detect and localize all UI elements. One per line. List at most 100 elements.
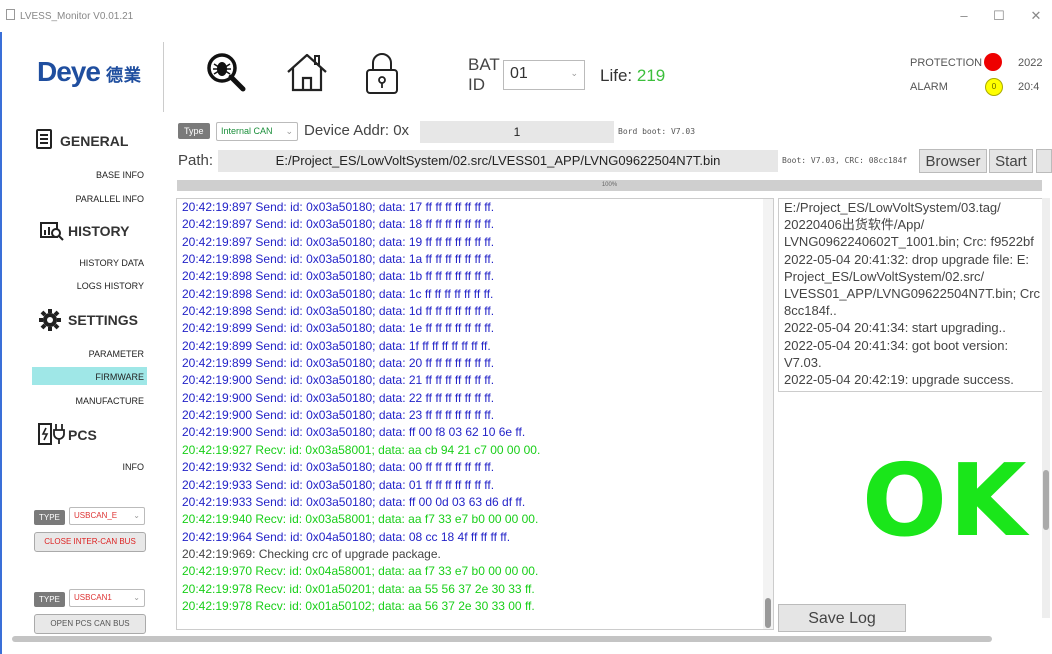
life-readout: Life: 219	[600, 66, 666, 85]
browser-button[interactable]: Browser	[919, 149, 987, 173]
info-line: 20220406出货软件/App/	[784, 217, 925, 233]
bus2-type-label: TYPE	[34, 592, 65, 607]
maximize-button[interactable]: ☐	[983, 6, 1015, 26]
sidebar-section-pcs[interactable]: PCS	[68, 427, 97, 443]
sidebar-item-base-info[interactable]: BASE INFO	[6, 170, 144, 180]
boot-crc-info: Boot: V7.03, CRC: 08cc184f	[782, 156, 908, 165]
log-line: 20:42:19:970 Recv: id: 0x04a58001; data:…	[182, 564, 539, 579]
header-date: 2022	[1018, 57, 1043, 69]
log-scrollbar[interactable]	[763, 199, 773, 629]
minimize-button[interactable]: –	[948, 6, 980, 26]
bat-id-label: BAT ID	[468, 55, 500, 94]
info-line: LVNG0962240602T_1001.bin; Crc: f9522bf	[784, 234, 1034, 250]
info-line: 8cc184f..	[784, 303, 837, 319]
bus2-type-select[interactable]: USBCAN1 ⌄	[69, 589, 145, 607]
gear-icon	[38, 308, 62, 337]
log-scrollbar-thumb[interactable]	[765, 598, 771, 628]
window-title: LVESS_Monitor V0.01.21	[20, 11, 134, 22]
path-label: Path:	[178, 152, 214, 169]
alarm-indicator: 0	[985, 78, 1003, 96]
sidebar-section-general[interactable]: GENERAL	[60, 133, 128, 149]
sidebar-item-manufacture[interactable]: MANUFACTURE	[6, 396, 144, 406]
upgrade-progress-bar: 100%	[177, 180, 1042, 191]
path-input[interactable]: E:/Project_ES/LowVoltSystem/02.src/LVESS…	[218, 150, 778, 172]
communication-log[interactable]: 20:42:19:897 Send: id: 0x03a50180; data:…	[176, 198, 774, 630]
sidebar-item-firmware[interactable]: FIRMWARE	[6, 372, 144, 382]
log-line: 20:42:19:933 Send: id: 0x03a50180; data:…	[182, 477, 495, 492]
log-line: 20:42:19:978 Recv: id: 0x01a50201; data:…	[182, 581, 535, 596]
log-line: 20:42:19:933 Send: id: 0x03a50180; data:…	[182, 494, 526, 509]
log-line: 20:42:19:927 Recv: id: 0x03a58001; data:…	[182, 442, 541, 457]
bord-boot-version: Bord boot: V7.03	[618, 127, 696, 136]
bus1-type-select[interactable]: USBCAN_E ⌄	[69, 507, 145, 525]
can-type-label: Type	[178, 123, 210, 139]
sidebar-item-parallel-info[interactable]: PARALLEL INFO	[6, 194, 144, 204]
log-line: 20:42:19:898 Send: id: 0x03a50180; data:…	[182, 286, 494, 301]
start-button[interactable]: Start	[989, 149, 1033, 173]
sidebar-section-settings[interactable]: SETTINGS	[68, 312, 138, 328]
log-line: 20:42:19:978 Recv: id: 0x01a50102; data:…	[182, 598, 535, 613]
log-line: 20:42:19:897 Send: id: 0x03a50180; data:…	[182, 234, 495, 249]
log-line: 20:42:19:969: Checking crc of upgrade pa…	[182, 546, 441, 561]
header-divider	[163, 42, 164, 112]
log-line: 20:42:19:900 Send: id: 0x03a50180; data:…	[182, 425, 526, 440]
window-edge	[0, 0, 2, 654]
chevron-down-icon: ⌄	[285, 126, 293, 136]
pcs-icon	[38, 421, 66, 452]
info-line: 2022-05-04 20:41:34: start upgrading..	[784, 320, 1006, 336]
open-pcs-can-bus-button[interactable]: OPEN PCS CAN BUS	[34, 614, 146, 634]
protection-indicator	[984, 53, 1002, 71]
sidebar-item-logs-history[interactable]: LOGS HISTORY	[6, 281, 144, 291]
sidebar-item-parameter[interactable]: PARAMETER	[6, 349, 144, 359]
protection-label: PROTECTION	[910, 57, 983, 69]
title-bar: LVESS_Monitor V0.01.21 – ☐ ✕	[0, 0, 1052, 32]
chevron-down-icon: ⌄	[133, 593, 140, 602]
sidebar-item-info[interactable]: INFO	[6, 462, 145, 472]
log-line: 20:42:19:897 Send: id: 0x03a50180; data:…	[182, 200, 495, 214]
log-line: 20:42:19:900 Send: id: 0x03a50180; data:…	[182, 373, 495, 388]
ok-status: OK	[862, 442, 1029, 559]
extra-button[interactable]	[1036, 149, 1052, 173]
log-line: 20:42:19:897 Send: id: 0x03a50180; data:…	[182, 217, 495, 232]
log-line: 20:42:19:900 Send: id: 0x03a50180; data:…	[182, 390, 495, 405]
app-icon	[6, 9, 15, 20]
info-line: LVESS01_APP/LVNG09622504N7T.bin; Crc	[784, 286, 1041, 302]
log-line: 20:42:19:932 Send: id: 0x03a50180; data:…	[182, 460, 495, 475]
search-bug-icon[interactable]	[204, 50, 248, 94]
log-line: 20:42:19:899 Send: id: 0x03a50180; data:…	[182, 356, 495, 371]
save-log-button[interactable]: Save Log	[778, 604, 906, 632]
log-lines: 20:42:19:897 Send: id: 0x03a50180; data:…	[177, 199, 773, 615]
alarm-label: ALARM	[910, 81, 948, 93]
can-type-select[interactable]: Internal CAN ⌄	[216, 122, 298, 141]
close-button[interactable]: ✕	[1020, 6, 1052, 26]
info-line: 2022-05-04 20:41:34: got boot version:	[784, 337, 1009, 353]
log-line: 20:42:19:898 Send: id: 0x03a50180; data:…	[182, 269, 495, 284]
device-addr-label: Device Addr: 0x	[304, 122, 410, 139]
sidebar-section-history[interactable]: HISTORY	[68, 223, 129, 239]
log-line: 20:42:19:900 Send: id: 0x03a50180; data:…	[182, 408, 495, 423]
lock-icon[interactable]	[362, 50, 406, 94]
right-scrollbar-thumb[interactable]	[1043, 470, 1049, 530]
home-icon[interactable]	[284, 50, 328, 94]
upgrade-info-log[interactable]: E:/Project_ES/LowVoltSystem/03.tag/20220…	[778, 198, 1048, 392]
general-icon	[36, 129, 52, 154]
log-line: 20:42:19:898 Send: id: 0x03a50180; data:…	[182, 252, 495, 267]
device-addr-input[interactable]: 1	[420, 121, 614, 143]
info-line: 2022-05-04 20:42:19: upgrade success.	[784, 372, 1014, 388]
close-inter-can-bus-button[interactable]: CLOSE INTER-CAN BUS	[34, 532, 146, 552]
log-line: 20:42:19:940 Recv: id: 0x03a58001; data:…	[182, 512, 539, 527]
chevron-down-icon: ⌄	[133, 511, 140, 520]
info-line: Project_ES/LowVoltSystem/02.src/	[784, 268, 985, 284]
log-line: 20:42:19:899 Send: id: 0x03a50180; data:…	[182, 321, 495, 336]
chevron-down-icon: ⌄	[570, 68, 578, 78]
header-time: 20:4	[1018, 81, 1040, 93]
log-line: 20:42:19:964 Send: id: 0x04a50180; data:…	[182, 529, 511, 544]
horizontal-scrollbar[interactable]	[12, 636, 992, 642]
deye-logo: Deye 德業	[37, 56, 142, 87]
info-line: V7.03.	[784, 354, 822, 370]
sidebar-item-history-data[interactable]: HISTORY DATA	[6, 258, 144, 268]
history-icon	[40, 221, 64, 246]
right-scrollbar[interactable]	[1042, 198, 1050, 618]
bat-id-select[interactable]: 01 ⌄	[503, 60, 585, 90]
info-line: 2022-05-04 20:41:32: drop upgrade file: …	[784, 251, 1030, 267]
